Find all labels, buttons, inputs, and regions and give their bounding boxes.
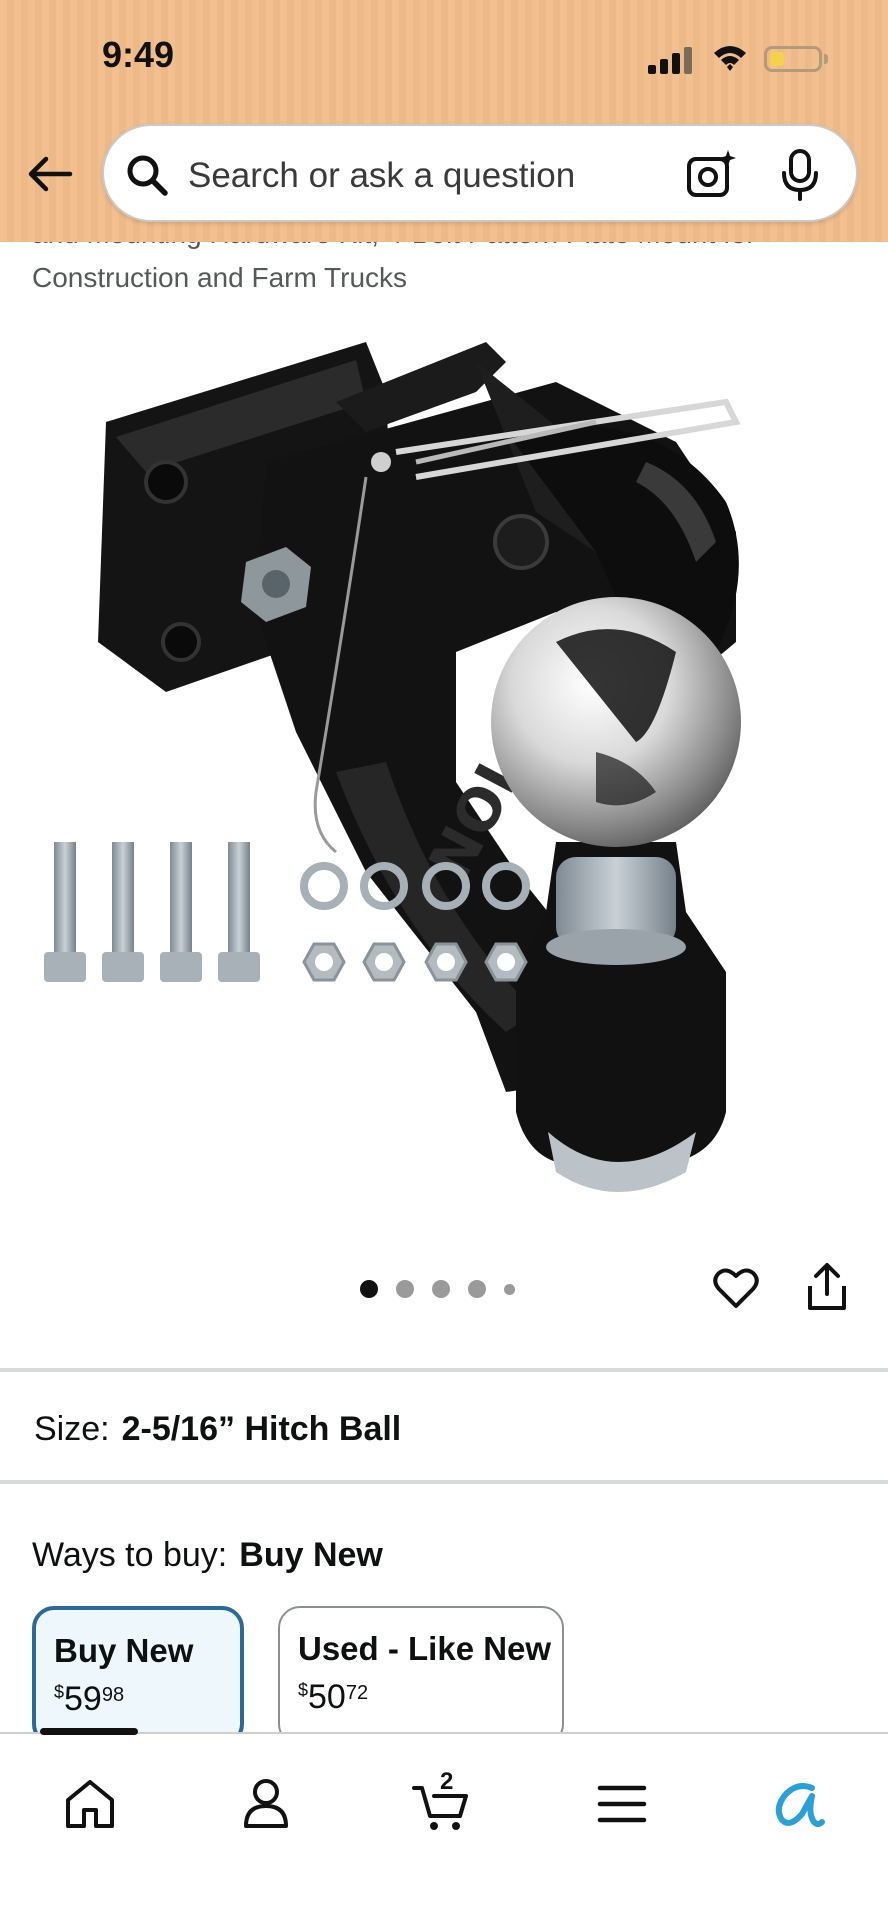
buy-option-price: $5998 bbox=[54, 1680, 222, 1719]
cart-button[interactable]: 2 bbox=[412, 1768, 472, 1834]
buy-option-new[interactable]: Buy New $5998 bbox=[32, 1606, 244, 1746]
product-image[interactable]: NOLS bbox=[36, 312, 856, 1192]
search-bar[interactable]: Search or ask a question bbox=[102, 124, 858, 222]
price-cents: 72 bbox=[345, 1682, 369, 1704]
price-currency: $ bbox=[298, 1680, 309, 1700]
microphone-icon[interactable] bbox=[780, 148, 820, 202]
buy-option-title: Used - Like New bbox=[298, 1630, 552, 1667]
ways-to-buy: Ways to buy: Buy New bbox=[32, 1536, 383, 1575]
battery-tip bbox=[824, 54, 828, 64]
size-selector[interactable]: Size: 2-5/16” Hitch Ball bbox=[34, 1410, 401, 1449]
bolts-illustration bbox=[44, 842, 260, 982]
top-header: 9:49 Search or ask a question bbox=[0, 0, 888, 242]
carousel-dot-3[interactable] bbox=[432, 1280, 450, 1298]
ways-to-buy-label: Ways to buy: bbox=[32, 1536, 228, 1574]
buy-option-used[interactable]: Used - Like New $5072 bbox=[278, 1606, 564, 1746]
price-cents: 98 bbox=[101, 1684, 125, 1706]
price-dollars: 59 bbox=[64, 1680, 102, 1718]
price-dollars: 50 bbox=[308, 1678, 346, 1716]
section-divider bbox=[0, 1480, 888, 1484]
section-divider bbox=[0, 1368, 888, 1372]
size-value: 2-5/16” Hitch Ball bbox=[121, 1410, 402, 1448]
menu-icon[interactable] bbox=[592, 1774, 652, 1834]
carousel-dot-5[interactable] bbox=[504, 1283, 515, 1295]
cellular-signal-icon bbox=[648, 46, 692, 74]
wifi-icon bbox=[714, 46, 746, 71]
battery-icon bbox=[764, 46, 822, 72]
search-icon bbox=[127, 155, 168, 196]
status-time: 9:49 bbox=[102, 34, 175, 75]
size-label: Size: bbox=[34, 1410, 110, 1448]
rufus-icon[interactable] bbox=[768, 1774, 828, 1834]
home-icon[interactable] bbox=[60, 1774, 120, 1834]
price-currency: $ bbox=[54, 1682, 65, 1702]
back-arrow-icon[interactable] bbox=[26, 152, 74, 196]
image-carousel-dots[interactable] bbox=[360, 1278, 515, 1300]
buy-option-price: $5072 bbox=[298, 1678, 544, 1717]
account-icon[interactable] bbox=[236, 1774, 296, 1834]
heart-icon[interactable] bbox=[712, 1264, 760, 1312]
carousel-dot-4[interactable] bbox=[468, 1280, 486, 1298]
share-icon[interactable] bbox=[806, 1262, 848, 1312]
ways-to-buy-selected: Buy New bbox=[239, 1536, 383, 1574]
carousel-dot-2[interactable] bbox=[396, 1280, 414, 1298]
camera-lens-icon[interactable] bbox=[686, 148, 738, 200]
nav-active-indicator bbox=[40, 1728, 138, 1735]
cart-count-badge: 2 bbox=[440, 1768, 454, 1795]
carousel-dot-1[interactable] bbox=[360, 1280, 378, 1298]
bottom-navigation: 2 bbox=[0, 1728, 888, 1920]
search-input[interactable]: Search or ask a question bbox=[188, 156, 575, 196]
buy-option-title: Buy New bbox=[54, 1632, 194, 1669]
